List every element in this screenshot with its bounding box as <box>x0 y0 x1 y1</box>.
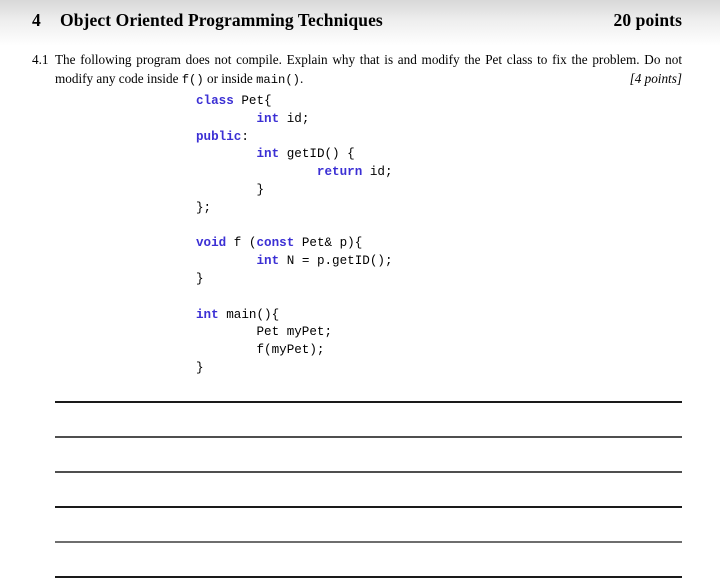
code-keyword: const <box>256 236 295 251</box>
code-keyword: public <box>196 129 242 144</box>
code-line: return id; <box>196 164 393 182</box>
code-text: : <box>241 129 249 144</box>
answer-line <box>55 471 682 473</box>
exam-page: 4 Object Oriented Programming Techniques… <box>0 0 720 584</box>
code-text: N = p.getID(); <box>279 254 393 269</box>
code-text: getID() { <box>279 147 355 162</box>
code-text: } <box>196 271 204 286</box>
code-line: Pet myPet; <box>196 324 393 342</box>
code-text: f(myPet); <box>196 343 325 358</box>
answer-line <box>55 506 682 508</box>
code-keyword: int <box>196 307 219 322</box>
problem-text-part3: . <box>299 71 304 86</box>
code-keyword: class <box>196 94 234 108</box>
code-text: Pet myPet; <box>196 325 333 340</box>
code-text: id; <box>362 165 393 180</box>
code-line: int N = p.getID(); <box>196 253 393 271</box>
code-line: int id; <box>196 111 393 129</box>
problem-code-ref-f: f() <box>181 73 204 87</box>
code-keyword: int <box>256 147 280 162</box>
code-text: }; <box>196 200 212 215</box>
code-line: int main(){ <box>196 307 393 325</box>
code-text: f ( <box>226 236 257 251</box>
answer-line <box>55 401 682 403</box>
problem-number: 4.1 <box>32 52 49 67</box>
code-line: public: <box>196 129 393 147</box>
code-line: class Pet{ <box>196 93 393 111</box>
section-number: 4 <box>32 10 41 30</box>
code-listing: class Pet{ int id; public: int getID() { … <box>196 93 393 378</box>
code-text: id; <box>279 111 310 126</box>
code-line: }; <box>196 200 393 218</box>
code-keyword: void <box>196 236 227 251</box>
code-line: } <box>196 360 393 378</box>
code-line: } <box>196 271 393 289</box>
answer-line <box>55 436 682 438</box>
problem-body: The following program does not compile. … <box>55 50 682 90</box>
code-text: Pet& p){ <box>294 236 363 251</box>
problem-statement: 4.1 The following program does not compi… <box>32 50 682 90</box>
code-line: f(myPet); <box>196 342 393 360</box>
section-points: 20 points <box>613 10 682 30</box>
code-line: int getID() { <box>196 146 393 164</box>
section-title: Object Oriented Programming Techniques <box>60 10 383 30</box>
code-text: } <box>196 182 265 197</box>
code-line: void f (const Pet& p){ <box>196 235 393 253</box>
answer-line <box>55 576 682 578</box>
problem-text-part2: or inside <box>203 71 257 86</box>
problem-points: [4 points] <box>629 71 682 86</box>
section-heading: 4 Object Oriented Programming Techniques… <box>32 10 682 31</box>
code-text: Pet{ <box>233 94 272 108</box>
code-text: } <box>196 360 204 375</box>
problem-code-ref-main: main() <box>256 73 300 87</box>
code-line: } <box>196 182 393 200</box>
code-keyword: int <box>256 111 280 126</box>
code-text: main(){ <box>218 307 280 322</box>
code-keyword: int <box>256 254 280 269</box>
answer-line <box>55 541 682 543</box>
code-keyword: return <box>316 165 363 180</box>
problem-text-part1: The following program does not compile. … <box>55 52 682 86</box>
